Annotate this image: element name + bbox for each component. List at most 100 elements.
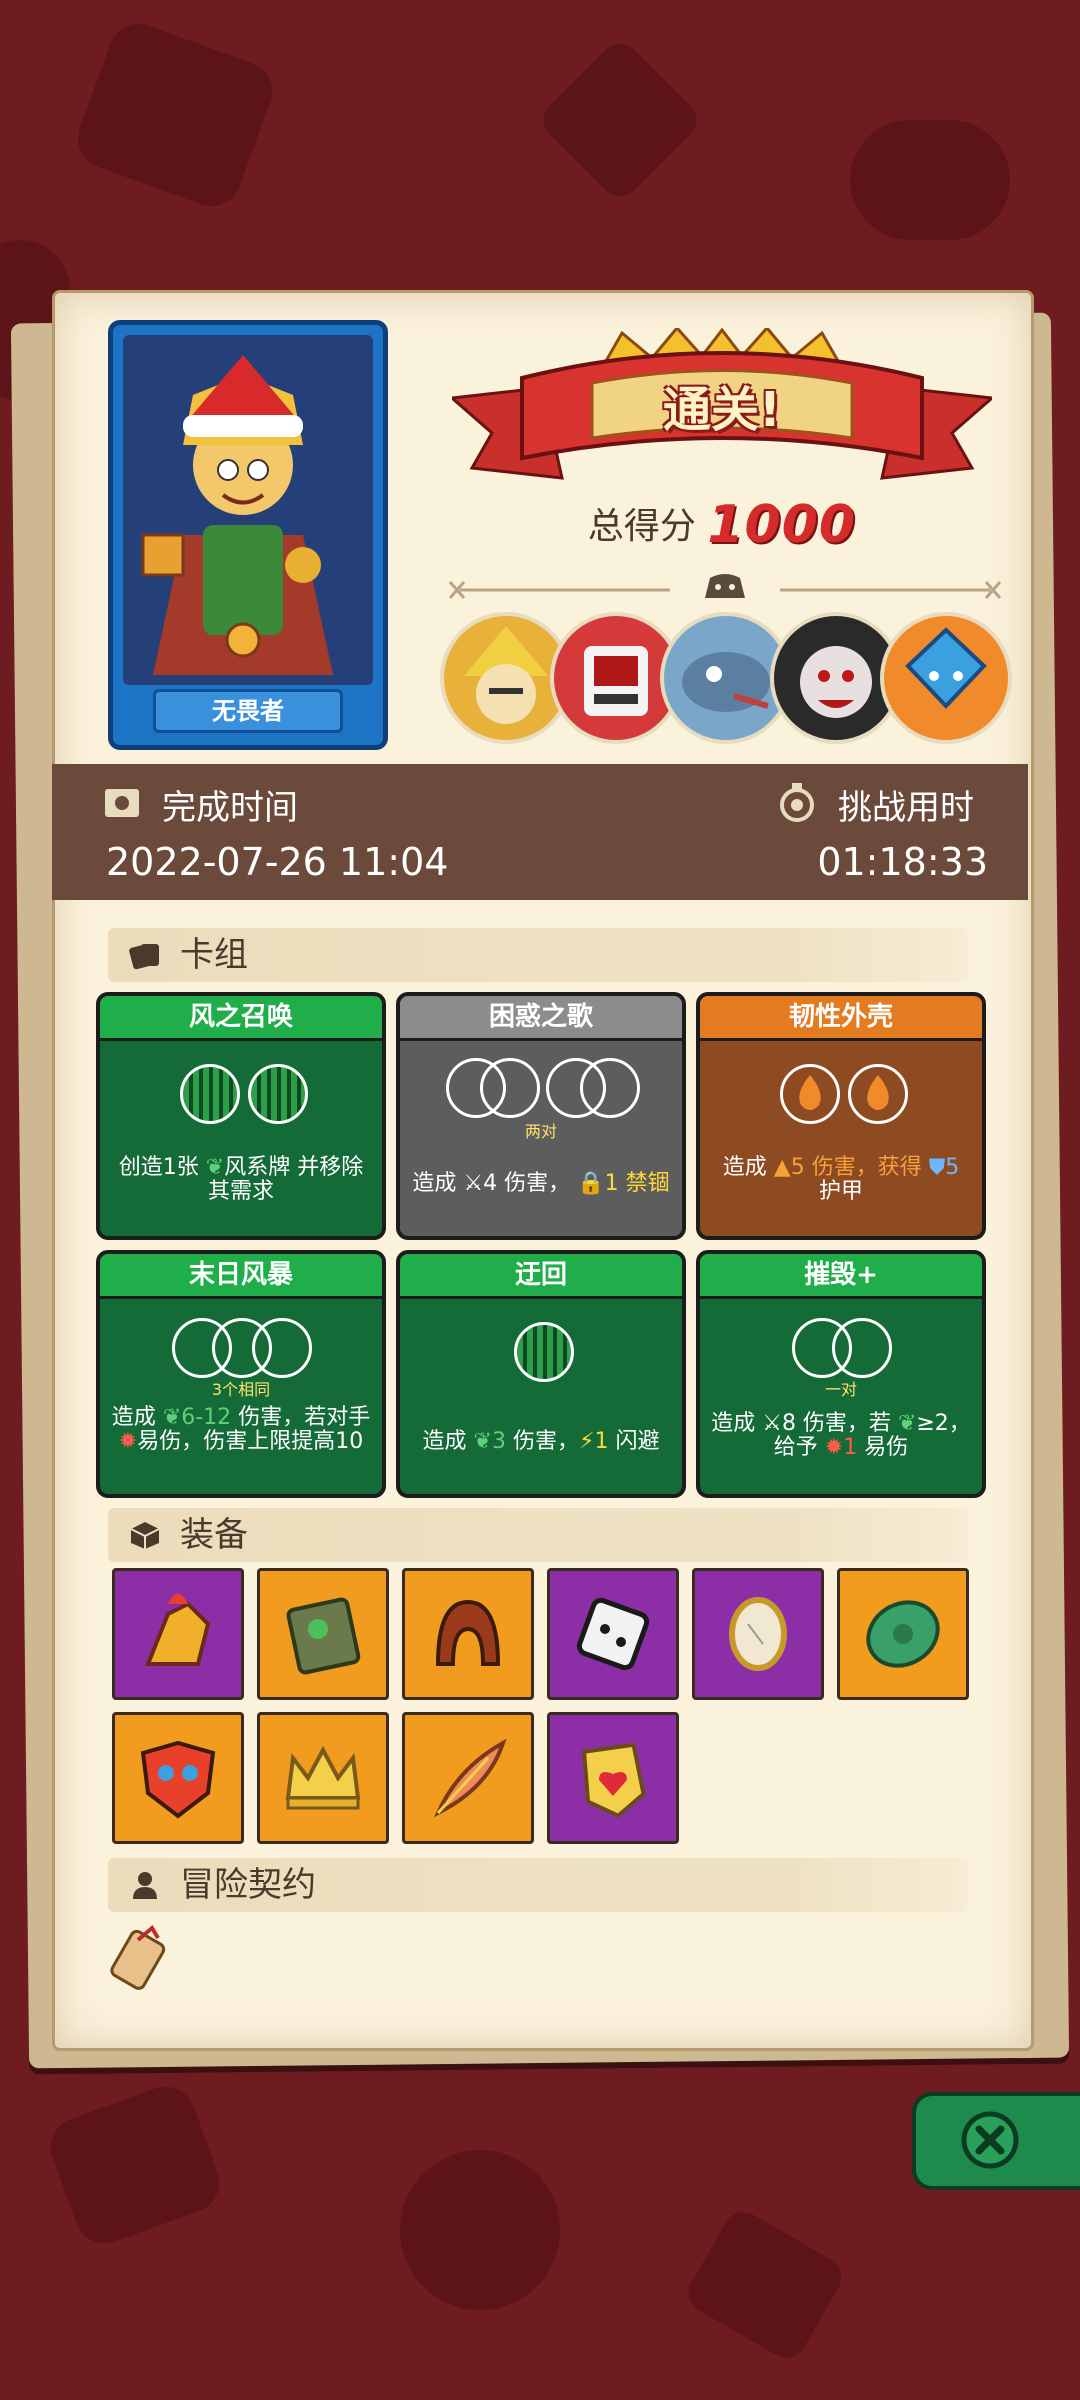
- tribal-mask-icon: [140, 1740, 216, 1819]
- contract-header: 冒险契约: [108, 1858, 968, 1912]
- card-name: 风之召唤: [100, 996, 382, 1041]
- empty-orb-icon: [252, 1318, 312, 1378]
- lock-icon: 🔒: [577, 1171, 605, 1196]
- bg-shape: [42, 2078, 228, 2252]
- empty-orb-icon: [832, 1318, 892, 1378]
- wind-orb-icon: [514, 1322, 574, 1382]
- flame-gauntlet-icon: [145, 1594, 211, 1666]
- box-icon: [130, 1522, 160, 1549]
- heart-shield-icon: [581, 1742, 646, 1818]
- defeated-bosses: [440, 612, 1012, 744]
- card-cost: [700, 1064, 982, 1128]
- duration-value: 01:18:33: [817, 840, 988, 884]
- fire-icon: ▲: [773, 1155, 791, 1180]
- deck-card[interactable]: 迂回 造成 ❦3 伤害，⚡1 闪避: [396, 1250, 686, 1498]
- score-label: 总得分: [587, 506, 696, 547]
- card-description: 造成 ❦6-12 伤害，若对手✹易伤，伤害上限提高10: [111, 1405, 371, 1454]
- card-name: 韧性外壳: [700, 996, 982, 1041]
- equipment-slot[interactable]: [837, 1568, 969, 1700]
- equipment-slot[interactable]: [402, 1568, 534, 1700]
- cracked-die-icon: [576, 1597, 650, 1671]
- hero-name: 无畏者: [153, 689, 343, 733]
- deck-header: 卡组: [108, 928, 968, 982]
- fire-orb-icon: [848, 1064, 908, 1124]
- wind-leaf-icon: ❦: [205, 1155, 225, 1180]
- wind-leaf-icon: ❦: [473, 1429, 492, 1454]
- card-description: 造成 ⚔4 伤害， 🔒1 禁锢: [412, 1171, 670, 1196]
- card-condition: 3个相同: [211, 1380, 271, 1399]
- empty-orb-icon: [480, 1058, 540, 1118]
- contract-title: 冒险契约: [180, 1865, 316, 1905]
- card-name: 迂回: [400, 1254, 682, 1299]
- deck-card[interactable]: 摧毁+ 一对 造成 ⚔8 伤害，若 ❦≥2，给予 ✹1 易伤: [696, 1250, 986, 1498]
- sword-icon: ⚔: [762, 1411, 782, 1436]
- card-name: 困惑之歌: [400, 996, 682, 1041]
- vulnerable-icon: ✹: [824, 1435, 844, 1460]
- hero-portrait: [123, 335, 373, 685]
- bg-shape: [69, 15, 281, 215]
- card-condition: 一对: [824, 1380, 857, 1399]
- equipment-slot[interactable]: [547, 1712, 679, 1844]
- wind-leaf-icon: ❦: [162, 1405, 182, 1430]
- calendar-icon: [105, 789, 139, 817]
- bg-shape: [850, 120, 1010, 240]
- turtle-shell-icon: [866, 1600, 940, 1668]
- deck-card[interactable]: 风之召唤 创造1张 ❦风系牌 并移除其需求: [96, 992, 386, 1240]
- wind-orb-icon: [180, 1064, 240, 1124]
- finish-time-value: 2022-07-26 11:04: [106, 840, 449, 884]
- deck-card[interactable]: 韧性外壳 造成 ▲5 伤害，获得 ⛊5 护甲: [696, 992, 986, 1240]
- wind-orb-icon: [248, 1064, 308, 1124]
- lightning-icon: ⚡: [579, 1429, 595, 1454]
- equipment-slot[interactable]: [402, 1712, 534, 1844]
- card-name: 摧毁+: [700, 1254, 982, 1299]
- close-button[interactable]: [912, 2092, 1080, 2190]
- card-cost: [100, 1064, 382, 1128]
- deck-title: 卡组: [180, 935, 248, 975]
- deck-card[interactable]: 困惑之歌 两对 造成 ⚔4 伤害， 🔒1 禁锢: [396, 992, 686, 1240]
- card-description: 造成 ❦3 伤害，⚡1 闪避: [422, 1429, 660, 1454]
- phoenix-feather-icon: [433, 1738, 507, 1818]
- duration-label: 挑战用时: [838, 788, 974, 828]
- gold-crown-icon: [285, 1745, 361, 1810]
- scroll-icon[interactable]: [100, 1920, 180, 2000]
- stopwatch-icon: [780, 783, 814, 822]
- empty-orb-icon: [580, 1058, 640, 1118]
- person-icon: [133, 1872, 157, 1899]
- bg-shape: [400, 2150, 560, 2310]
- victory-banner: 通关!: [448, 325, 996, 488]
- equipment-header: 装备: [108, 1508, 968, 1562]
- equipment-slot[interactable]: [257, 1712, 389, 1844]
- victory-title: 通关!: [663, 382, 781, 438]
- vulnerable-icon: ✹: [118, 1429, 138, 1454]
- card-name: 末日风暴: [100, 1254, 382, 1299]
- equipment-slot[interactable]: [112, 1712, 244, 1844]
- hero-card[interactable]: 无畏者: [108, 320, 388, 750]
- card-condition: 两对: [524, 1122, 557, 1141]
- fire-orb-icon: [780, 1064, 840, 1124]
- leather-hood-icon: [435, 1599, 501, 1666]
- bg-shape: [681, 2204, 849, 2366]
- wind-leaf-icon: ❦: [897, 1411, 917, 1436]
- deck-card[interactable]: 末日风暴 3个相同 造成 ❦6-12 伤害，若对手✹易伤，伤害上限提高10: [96, 1250, 386, 1498]
- ornament-divider: [440, 570, 1010, 610]
- moss-block-icon: [286, 1597, 361, 1675]
- card-cost: [400, 1322, 682, 1386]
- score-value: 1000: [707, 495, 857, 555]
- boss-portrait: [880, 612, 1012, 744]
- equipment-slot[interactable]: [692, 1568, 824, 1700]
- card-description: 创造1张 ❦风系牌 并移除其需求: [118, 1155, 364, 1204]
- total-score: 总得分 1000: [452, 495, 992, 555]
- sword-icon: ⚔: [463, 1171, 484, 1196]
- close-icon: [961, 2111, 1019, 2169]
- equipment-slot[interactable]: [547, 1568, 679, 1700]
- shield-icon: ⛊: [928, 1155, 946, 1180]
- cards-icon: [129, 944, 159, 970]
- equipment-slot[interactable]: [112, 1568, 244, 1700]
- run-info-band: 完成时间 2022-07-26 11:04 挑战用时 01:18:33: [52, 764, 1028, 900]
- equipment-slot[interactable]: [257, 1568, 389, 1700]
- finish-time-label: 完成时间: [162, 788, 298, 828]
- equipment-title: 装备: [180, 1515, 248, 1555]
- bg-shape: [535, 35, 705, 205]
- card-description: 造成 ⚔8 伤害，若 ❦≥2，给予 ✹1 易伤: [711, 1411, 971, 1460]
- mirror-icon: [729, 1597, 787, 1671]
